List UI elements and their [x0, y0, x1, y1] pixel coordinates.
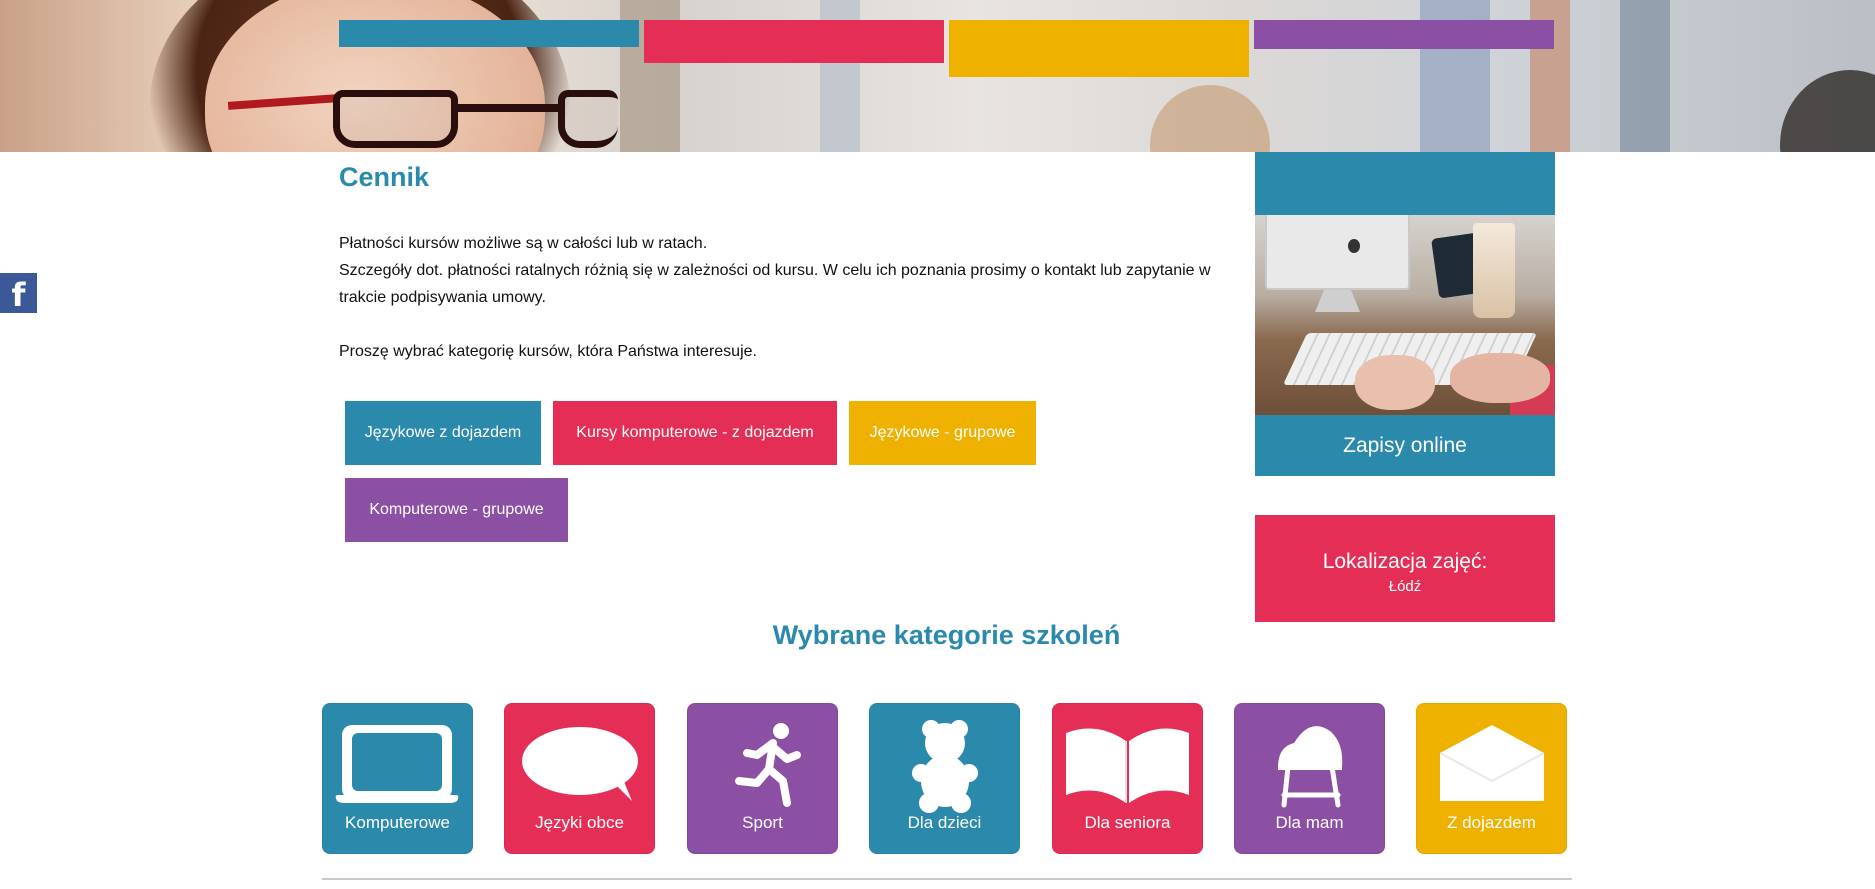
apple-logo-icon	[1348, 239, 1360, 253]
tile-label: Języki obce	[535, 813, 624, 832]
intro-paragraph: Proszę wybrać kategorię kursów, która Pa…	[339, 343, 757, 360]
tile-label: Sport	[742, 813, 783, 832]
teddy-bear-icon	[912, 720, 978, 813]
category-tile-sport[interactable]: Sport	[687, 703, 838, 854]
intro-paragraph: Szczegóły dot. płatności ratalnych różni…	[339, 262, 1211, 306]
bookshelf-decoration	[1620, 0, 1670, 152]
footer-divider	[322, 878, 1572, 880]
category-tile-komputerowe[interactable]: Komputerowe	[322, 703, 473, 854]
laptop-icon	[335, 725, 459, 803]
tile-label: Z dojazdem	[1447, 813, 1536, 832]
page-title: Cennik	[339, 162, 430, 192]
nav-tab-blue[interactable]	[339, 20, 639, 47]
speech-bubble-icon	[522, 727, 638, 801]
intro-paragraph: Płatności kursów możliwe są w całości lu…	[339, 235, 708, 252]
envelope-icon	[1439, 725, 1545, 801]
location-title: Lokalizacja zajęć:	[1322, 550, 1488, 573]
tile-label: Komputerowe	[345, 813, 450, 832]
location-card[interactable]: Lokalizacja zajęć: Łódź	[1255, 515, 1555, 622]
facebook-icon[interactable]: f	[0, 273, 37, 313]
nav-tab-red[interactable]	[644, 20, 944, 63]
nav-tab-yellow[interactable]	[949, 20, 1249, 77]
categories-heading: Wybrane kategorie szkoleń	[772, 620, 1121, 650]
glasses-icon	[227, 90, 618, 150]
signup-online-card[interactable]: Zapisy online	[1255, 152, 1555, 476]
category-button-jezykowe-grupowe[interactable]: Językowe - grupowe	[849, 401, 1036, 465]
banner-background-person	[1780, 70, 1875, 152]
tile-label: Dla dzieci	[907, 813, 982, 832]
nav-tab-purple[interactable]	[1254, 20, 1554, 49]
category-tile-dla-mam[interactable]: Dla mam	[1234, 703, 1385, 854]
header-banner	[0, 0, 1875, 152]
intro-paragraph	[339, 311, 1239, 338]
signup-photo	[1255, 215, 1555, 415]
banner-background-person	[1150, 85, 1270, 152]
tile-label: Dla mam	[1275, 813, 1344, 832]
facebook-glyph: f	[11, 276, 26, 313]
location-city: Łódź	[1388, 578, 1422, 595]
category-button-jezykowe-z-dojazdem[interactable]: Językowe z dojazdem	[345, 401, 541, 465]
category-button-komputerowe-grupowe[interactable]: Komputerowe - grupowe	[345, 478, 568, 542]
category-button-kursy-komputerowe-z-dojazdem[interactable]: Kursy komputerowe - z dojazdem	[553, 401, 837, 465]
category-tile-jezyki-obce[interactable]: Języki obce	[504, 703, 655, 854]
signup-label: Zapisy online	[1343, 433, 1467, 457]
open-book-icon	[1066, 728, 1189, 803]
cradle-icon	[1278, 726, 1343, 808]
category-tile-z-dojazdem[interactable]: Z dojazdem	[1416, 703, 1567, 854]
category-tile-dla-dzieci[interactable]: Dla dzieci	[869, 703, 1020, 854]
tile-label: Dla seniora	[1084, 813, 1171, 832]
category-tile-dla-seniora[interactable]: Dla seniora	[1052, 703, 1203, 854]
runner-icon	[735, 723, 801, 807]
intro-text: Płatności kursów możliwe są w całości lu…	[339, 230, 1239, 365]
